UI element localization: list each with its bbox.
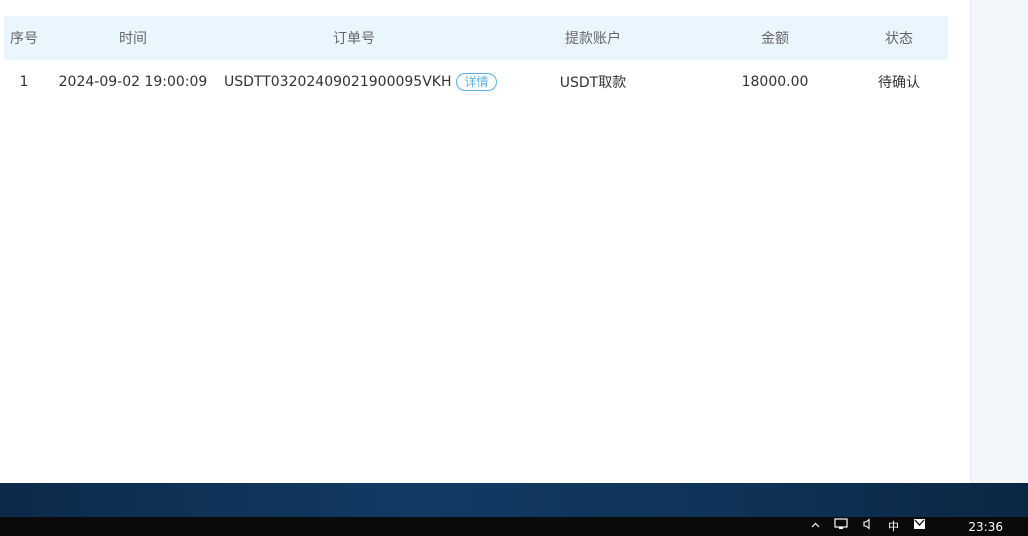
withdrawal-orders-table: 序号 时间 订单号 提款账户 金额 状态 1 2024-09-02 19:00:…	[4, 16, 948, 104]
chevron-up-icon[interactable]	[811, 517, 820, 536]
header-status[interactable]: 状态	[850, 16, 948, 60]
table-header-row: 序号 时间 订单号 提款账户 金额 状态	[4, 16, 948, 60]
system-tray: 中	[811, 517, 940, 536]
taskbar: 中	[0, 517, 1028, 536]
header-index[interactable]: 序号	[4, 16, 44, 60]
taskbar-clock[interactable]: 23:36	[968, 520, 1003, 534]
status-badge: 待确认	[878, 75, 920, 91]
volume-icon[interactable]	[862, 517, 874, 536]
desktop-background-strip	[0, 483, 1028, 517]
mail-icon[interactable]	[913, 517, 926, 536]
page: 序号 时间 订单号 提款账户 金额 状态 1 2024-09-02 19:00:…	[0, 0, 1028, 536]
cell-amount: 18000.00	[741, 74, 809, 90]
header-time[interactable]: 时间	[44, 16, 222, 60]
table-row: 1 2024-09-02 19:00:09 USDTT0320240902190…	[4, 60, 948, 104]
detail-button[interactable]: 详情	[456, 73, 497, 91]
order-no-text: USDTT03202409021900095VKH	[224, 74, 452, 90]
cell-account: USDT取款	[559, 75, 627, 91]
main-content: 序号 时间 订单号 提款账户 金额 状态 1 2024-09-02 19:00:…	[0, 0, 970, 483]
ime-zh-icon[interactable]: 中	[888, 517, 899, 536]
network-icon[interactable]	[834, 517, 848, 536]
header-account[interactable]: 提款账户	[486, 16, 700, 60]
cell-order-no: USDTT03202409021900095VKH 详情	[222, 60, 497, 104]
cell-index: 1	[19, 74, 29, 90]
cell-time: 2024-09-02 19:00:09	[58, 74, 208, 90]
header-amount[interactable]: 金额	[700, 16, 850, 60]
right-side-panel	[970, 0, 1028, 483]
header-order-no[interactable]: 订单号	[222, 16, 486, 60]
